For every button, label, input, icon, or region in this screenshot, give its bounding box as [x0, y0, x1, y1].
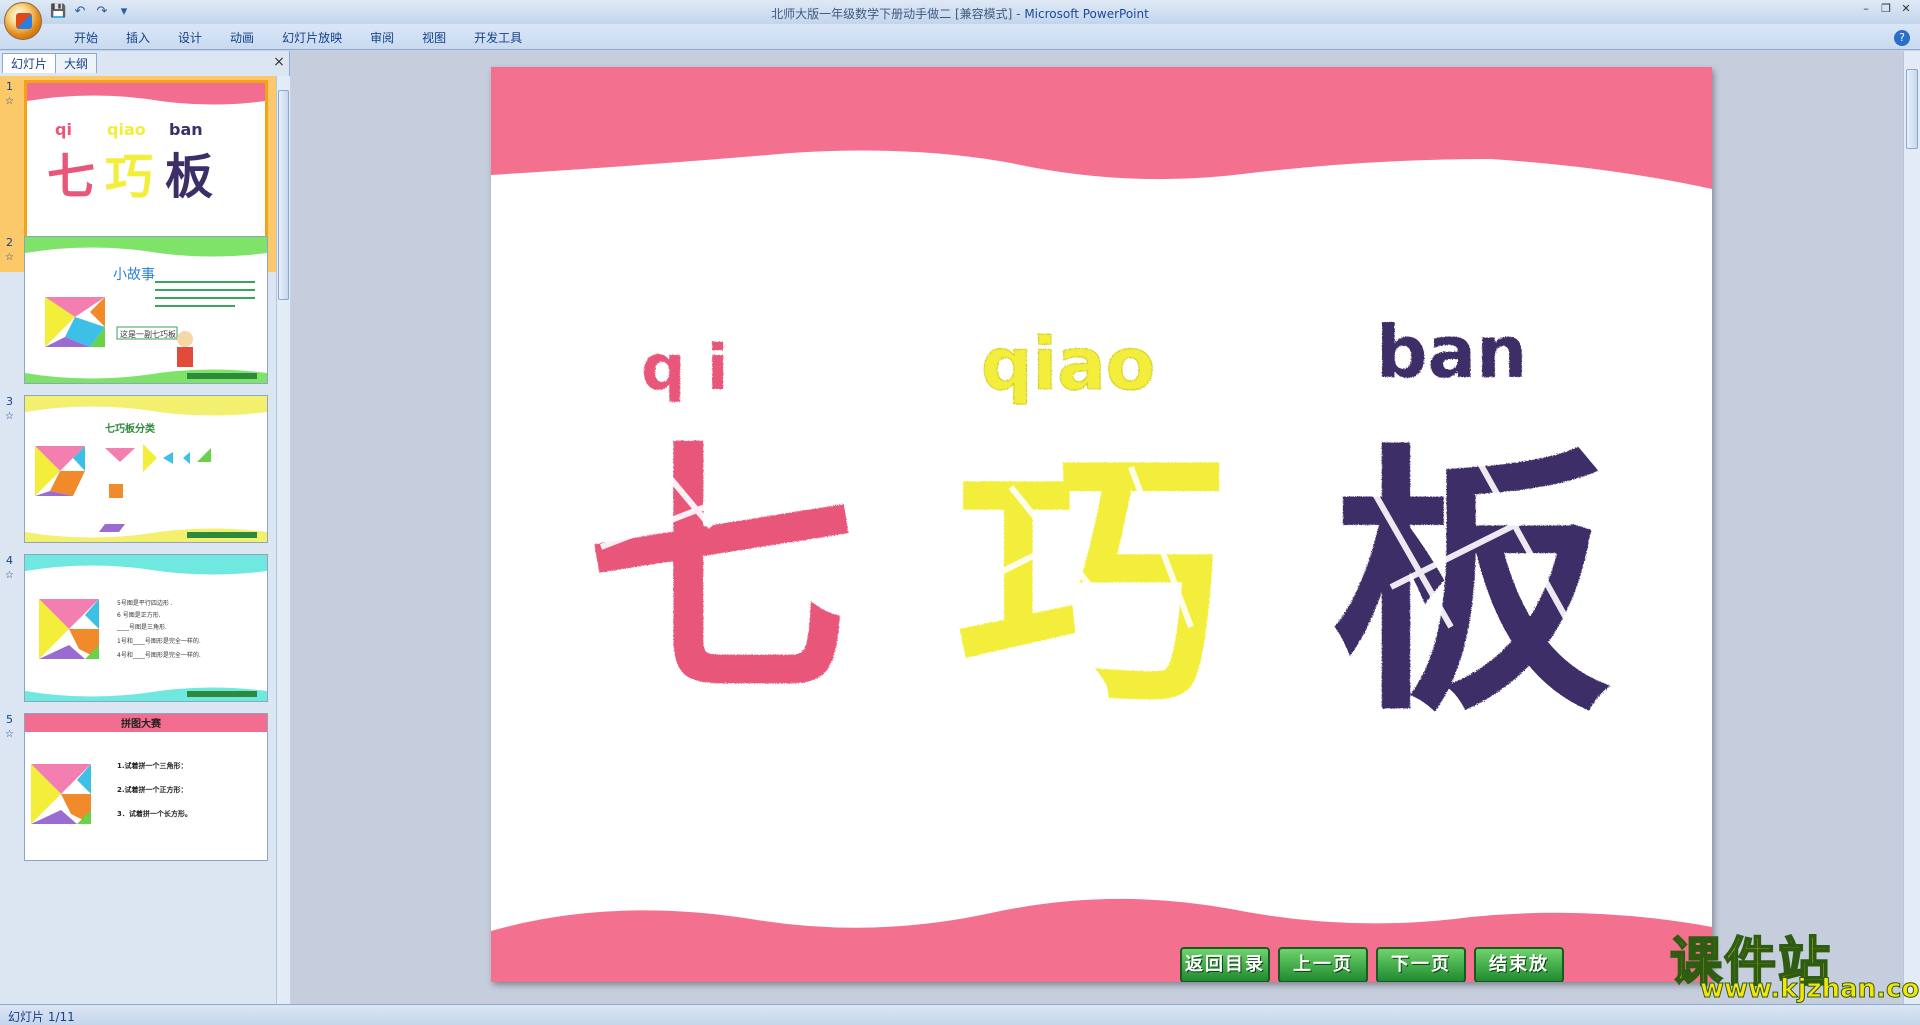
animation-star-icon: ☆: [5, 729, 14, 740]
tangram-char-qi: 七: [586, 416, 856, 731]
thumbnail-frame: 小故事 这是一副七巧板: [24, 236, 268, 384]
window-title: 北师大版一年级数学下册动手做二 [兼容模式] - Microsoft Power…: [0, 5, 1920, 22]
thumb-heading: 拼图大赛: [121, 717, 162, 730]
end-show-button[interactable]: 结束放: [1474, 947, 1564, 982]
thumb-pinyin-ban: ban: [169, 120, 203, 139]
back-to-menu-button[interactable]: 返回目录: [1180, 947, 1270, 982]
current-slide[interactable]: q i qiao ban 七 巧 板 返回目录 上一页 下一页 结束放: [491, 67, 1712, 982]
thumb-line-1: 1.试着拼一个三角形：: [117, 761, 188, 770]
thumb-line-3: ____号图是三角形.: [116, 623, 167, 631]
char-qi: 七: [586, 416, 856, 731]
thumb-line-5: 4号和____号图形是完全一样的.: [117, 651, 201, 659]
help-icon[interactable]: ?: [1894, 30, 1910, 46]
watermark-url: www.kjzhan.com: [1699, 974, 1920, 1005]
slide-thumbnails: 1 ☆ qi qiao ban 七 巧 板 2 ☆ 小故事 这是一副七巧板 3 …: [0, 76, 276, 1003]
thumb-pinyin-qi: qi: [55, 120, 72, 139]
title-bar: 北师大版一年级数学下册动手做二 [兼容模式] - Microsoft Power…: [0, 0, 1920, 24]
thumb-char-qi: 七: [47, 149, 95, 205]
save-icon[interactable]: 💾: [50, 4, 66, 20]
tab-slides[interactable]: 幻灯片: [2, 53, 57, 73]
thumbnail-4-preview: 5号图是平行四边形 . 6 号图是正方形. ____号图是三角形. 1号和___…: [25, 555, 267, 701]
tab-home[interactable]: 开始: [60, 29, 112, 47]
pinyin-qiao: qiao: [981, 322, 1155, 406]
slide-number: 2: [6, 236, 13, 249]
thumb-pinyin-qiao: qiao: [107, 120, 146, 139]
thumb-heading: 七巧板分类: [105, 422, 155, 435]
thumb-char-ban: 板: [165, 149, 213, 205]
restore-icon[interactable]: ❐: [1878, 2, 1894, 16]
pinyin-ban: ban: [1376, 310, 1527, 394]
customize-toolbar-icon[interactable]: ▾: [116, 4, 132, 20]
app-name: Microsoft PowerPoint: [1024, 7, 1149, 21]
next-page-button[interactable]: 下一页: [1376, 947, 1466, 982]
thumbnail-frame: 拼图大赛 1.试着拼一个三角形： 2.试着拼一个正方形： 3．试着拼一个长方形。: [24, 713, 268, 861]
minimize-icon[interactable]: –: [1858, 2, 1874, 16]
pane-tabs: 幻灯片 大纲: [2, 53, 98, 73]
thumb-line-4: 1号和____号图形是完全一样的.: [117, 637, 201, 645]
tab-insert[interactable]: 插入: [112, 29, 164, 47]
thumbnails-scrollbar[interactable]: [276, 76, 290, 1004]
window-controls: – ❐ ✕: [1858, 2, 1914, 16]
pane-close-icon[interactable]: ×: [272, 55, 286, 69]
tab-developer[interactable]: 开发工具: [460, 29, 536, 47]
slide-number: 3: [6, 395, 13, 408]
quick-access-toolbar: 💾 ↶ ↷ ▾: [50, 4, 132, 20]
tangram-char-ban: 板: [1331, 423, 1611, 749]
thumb-line-2: 2.试着拼一个正方形：: [117, 785, 188, 794]
close-icon[interactable]: ✕: [1898, 2, 1914, 16]
site-watermark: 课件站 www.kjzhan.com: [1669, 920, 1920, 1010]
thumbnail-5-preview: 拼图大赛 1.试着拼一个三角形： 2.试着拼一个正方形： 3．试着拼一个长方形。: [25, 714, 267, 824]
undo-icon[interactable]: ↶: [72, 4, 88, 20]
tab-design[interactable]: 设计: [164, 29, 216, 47]
slide-number: 4: [6, 554, 13, 567]
scroll-thumb[interactable]: [1906, 69, 1918, 149]
animation-star-icon: ☆: [5, 570, 14, 581]
thumb-line-2: 6 号图是正方形.: [117, 611, 161, 619]
animation-star-icon: ☆: [5, 96, 14, 107]
thumb-heading: 小故事: [113, 267, 155, 283]
slide-scrollbar[interactable]: [1903, 51, 1920, 1004]
scroll-thumb[interactable]: [278, 90, 289, 300]
char-ban: 板: [1331, 423, 1611, 749]
office-button[interactable]: [4, 2, 42, 40]
thumbnail-frame: 七巧板分类: [24, 395, 268, 543]
tab-outline[interactable]: 大纲: [55, 53, 98, 73]
tab-review[interactable]: 审阅: [356, 29, 408, 47]
office-logo-icon: [16, 13, 32, 29]
previous-page-button[interactable]: 上一页: [1278, 947, 1368, 982]
tab-slideshow[interactable]: 幻灯片放映: [268, 29, 356, 47]
slide-thumbnail-5[interactable]: 5 ☆ 拼图大赛 1.试着拼一个三角形： 2.试着拼一个正方形： 3．试着拼一个…: [0, 709, 276, 905]
slide-counter: 幻灯片 1/11: [8, 1010, 75, 1024]
animation-star-icon: ☆: [5, 252, 14, 263]
slide-number: 5: [6, 713, 13, 726]
document-name: 北师大版一年级数学下册动手做二 [兼容模式]: [771, 7, 1013, 21]
thumb-line-1: 5号图是平行四边形 .: [117, 599, 173, 607]
thumbnail-frame: 5号图是平行四边形 . 6 号图是正方形. ____号图是三角形. 1号和___…: [24, 554, 268, 702]
thumbnail-2-preview: 小故事 这是一副七巧板: [25, 237, 267, 383]
thumb-line-3: 3．试着拼一个长方形。: [117, 809, 192, 818]
top-wave-band: [491, 67, 1712, 189]
ribbon-tabs: 开始 插入 设计 动画 幻灯片放映 审阅 视图 开发工具: [60, 29, 536, 47]
thumb-caption: 这是一副七巧板: [120, 329, 176, 339]
pinyin-qi: q i: [641, 331, 728, 404]
tab-animations[interactable]: 动画: [216, 29, 268, 47]
title-separator: -: [1012, 7, 1025, 21]
status-bar: [0, 1004, 1920, 1025]
thumb-char-qiao: 巧: [105, 149, 153, 205]
redo-icon[interactable]: ↷: [94, 4, 110, 20]
tab-view[interactable]: 视图: [408, 29, 460, 47]
animation-star-icon: ☆: [5, 411, 14, 422]
thumbnail-3-preview: 七巧板分类: [25, 396, 267, 542]
slide-number: 1: [6, 80, 13, 93]
slide-canvas: q i qiao ban 七 巧 板: [491, 67, 1712, 982]
